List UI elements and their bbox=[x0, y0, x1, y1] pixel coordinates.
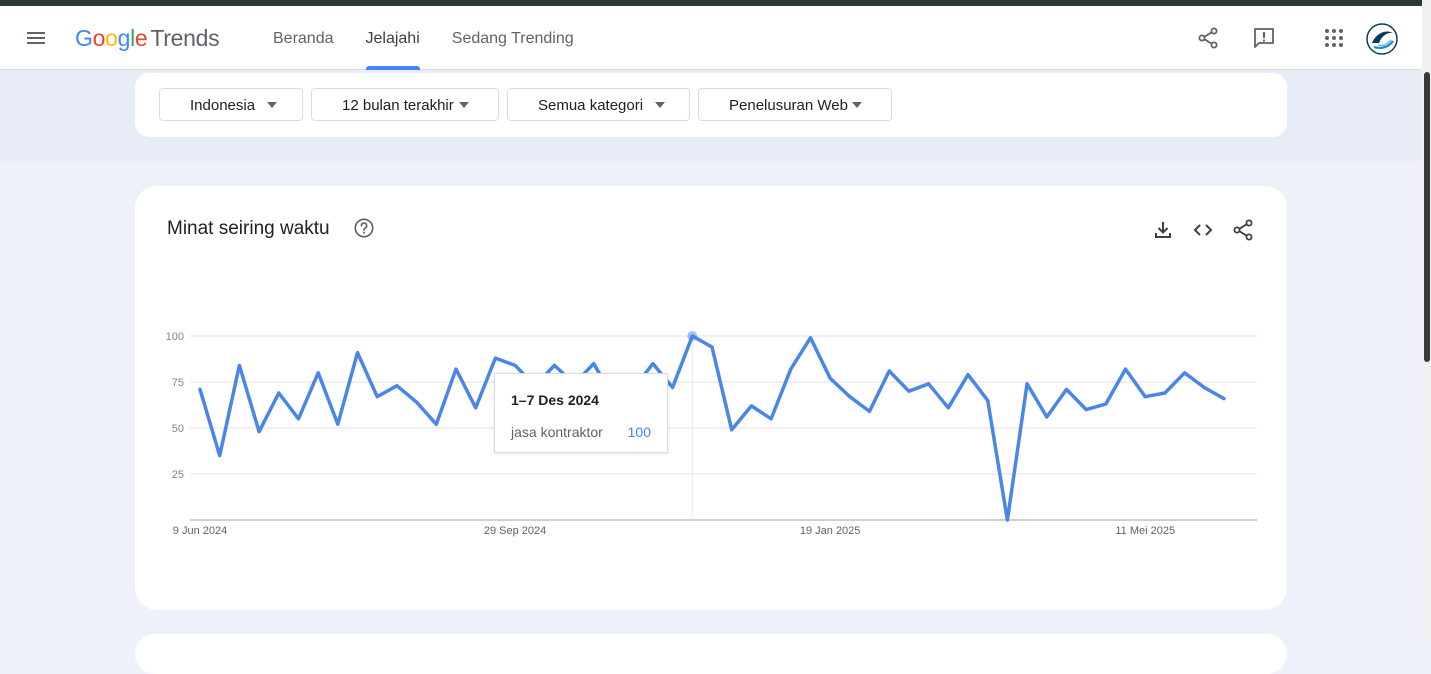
y-tick-label: 100 bbox=[166, 331, 184, 343]
filter-bar: Indonesia 12 bulan terakhir Semua katego… bbox=[135, 73, 1287, 137]
x-tick-label: 29 Sep 2024 bbox=[484, 525, 546, 537]
share-icon[interactable] bbox=[1196, 26, 1220, 50]
caret-down-icon bbox=[655, 102, 665, 108]
highlight-point bbox=[687, 331, 698, 341]
filter-label: 12 bulan terakhir bbox=[342, 97, 454, 114]
logo-letter: G bbox=[75, 25, 93, 51]
filter-category-select[interactable]: Semua kategori bbox=[507, 88, 690, 121]
x-tick-label: 11 Mei 2025 bbox=[1115, 525, 1175, 537]
filter-label: Semua kategori bbox=[538, 97, 644, 114]
avatar[interactable] bbox=[1366, 23, 1398, 55]
interest-line-chart[interactable]: 100 75 50 25 9 Jun 2024 29 Sep 2024 19 Jan 202… bbox=[135, 186, 1287, 610]
tab-sedang-trending[interactable]: Sedang Trending bbox=[436, 6, 590, 69]
logo-letter: e bbox=[134, 25, 148, 51]
x-tick-label: 9 Jun 2024 bbox=[173, 525, 227, 537]
filter-region-select[interactable]: Indonesia bbox=[159, 88, 303, 121]
caret-down-icon bbox=[267, 102, 277, 108]
apps-icon[interactable] bbox=[1322, 26, 1346, 50]
y-tick-label: 50 bbox=[172, 423, 184, 435]
filter-time-select[interactable]: 12 bulan terakhir bbox=[311, 88, 499, 121]
interest-over-time-card: Minat seiring waktu 100 75 50 25 9 Jun 2024 2… bbox=[135, 186, 1287, 610]
feedback-icon[interactable] bbox=[1252, 26, 1276, 50]
next-card bbox=[135, 634, 1287, 674]
x-tick-label: 19 Jan 2025 bbox=[800, 525, 861, 537]
tab-jelajahi[interactable]: Jelajahi bbox=[350, 6, 436, 70]
main-nav: Beranda Jelajahi Sedang Trending bbox=[257, 6, 590, 70]
top-app-bar: Google Trends Beranda Jelajahi Sedang Tre… bbox=[0, 6, 1422, 70]
menu-icon[interactable] bbox=[24, 26, 48, 50]
filter-label: Penelusuran Web bbox=[729, 97, 848, 114]
filter-search-type-select[interactable]: Penelusuran Web bbox=[698, 88, 892, 121]
y-tick-label: 75 bbox=[172, 377, 184, 389]
caret-down-icon bbox=[852, 102, 862, 108]
tab-beranda[interactable]: Beranda bbox=[257, 6, 350, 69]
tooltip-date: 1–7 Des 2024 bbox=[511, 392, 599, 408]
logo-trends-text: Trends bbox=[150, 25, 220, 51]
filter-label: Indonesia bbox=[190, 97, 256, 114]
avatar-image bbox=[1366, 23, 1398, 55]
logo-letter: o bbox=[105, 25, 118, 51]
tooltip-term: jasa kontraktor bbox=[511, 424, 603, 440]
y-tick-label: 25 bbox=[172, 469, 184, 481]
chart-tooltip: 1–7 Des 2024 jasa kontraktor 100 bbox=[494, 373, 668, 453]
caret-down-icon bbox=[459, 102, 469, 108]
scrollbar-thumb[interactable] bbox=[1424, 72, 1430, 362]
logo-letter: o bbox=[92, 25, 106, 51]
tooltip-value: 100 bbox=[627, 424, 651, 440]
logo-letter: g bbox=[117, 25, 131, 51]
google-trends-logo[interactable]: Google Trends bbox=[75, 25, 220, 52]
